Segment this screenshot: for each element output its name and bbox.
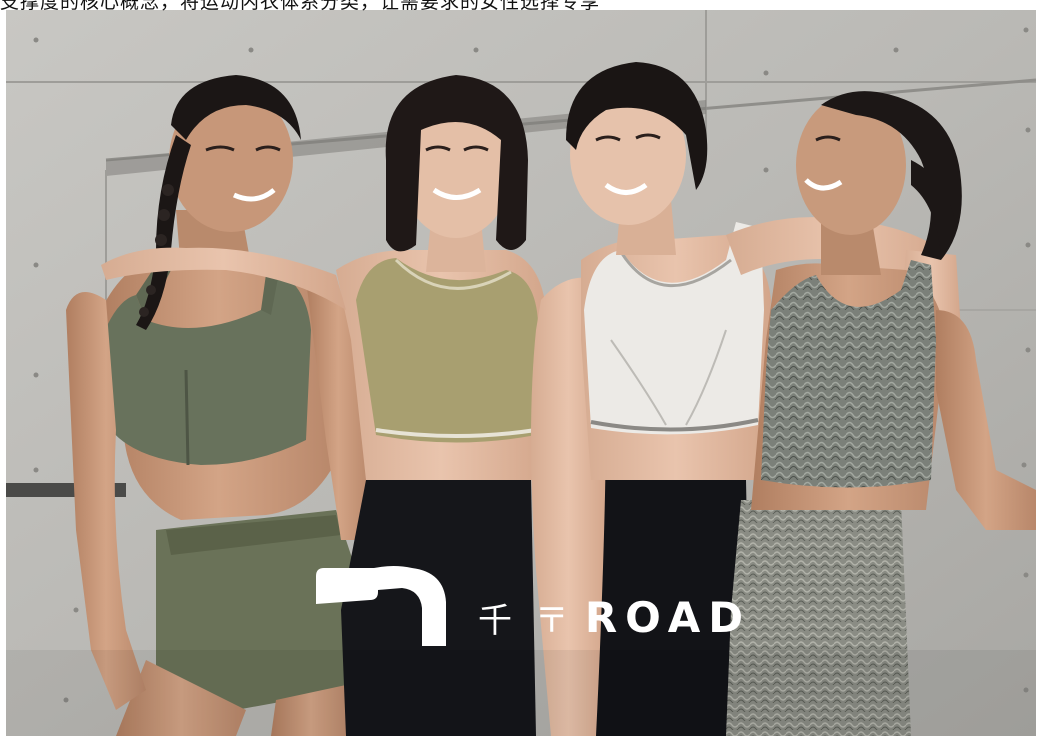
brand-prefix-glyphs: 千 〒 bbox=[478, 601, 575, 641]
brand-wordmark: ROAD bbox=[584, 593, 752, 642]
brand-mark-icon bbox=[316, 566, 446, 646]
brand-logo: 千 〒 ROAD bbox=[316, 562, 751, 646]
caption-text: 支撑度的核心概念，将运动内衣体系分类，让需要求的女性选择专享 bbox=[0, 0, 601, 13]
brand-name: 千 〒 ROAD bbox=[478, 595, 751, 644]
page: 支撑度的核心概念，将运动内衣体系分类，让需要求的女性选择专享 千 〒 ROAD bbox=[0, 0, 1041, 736]
